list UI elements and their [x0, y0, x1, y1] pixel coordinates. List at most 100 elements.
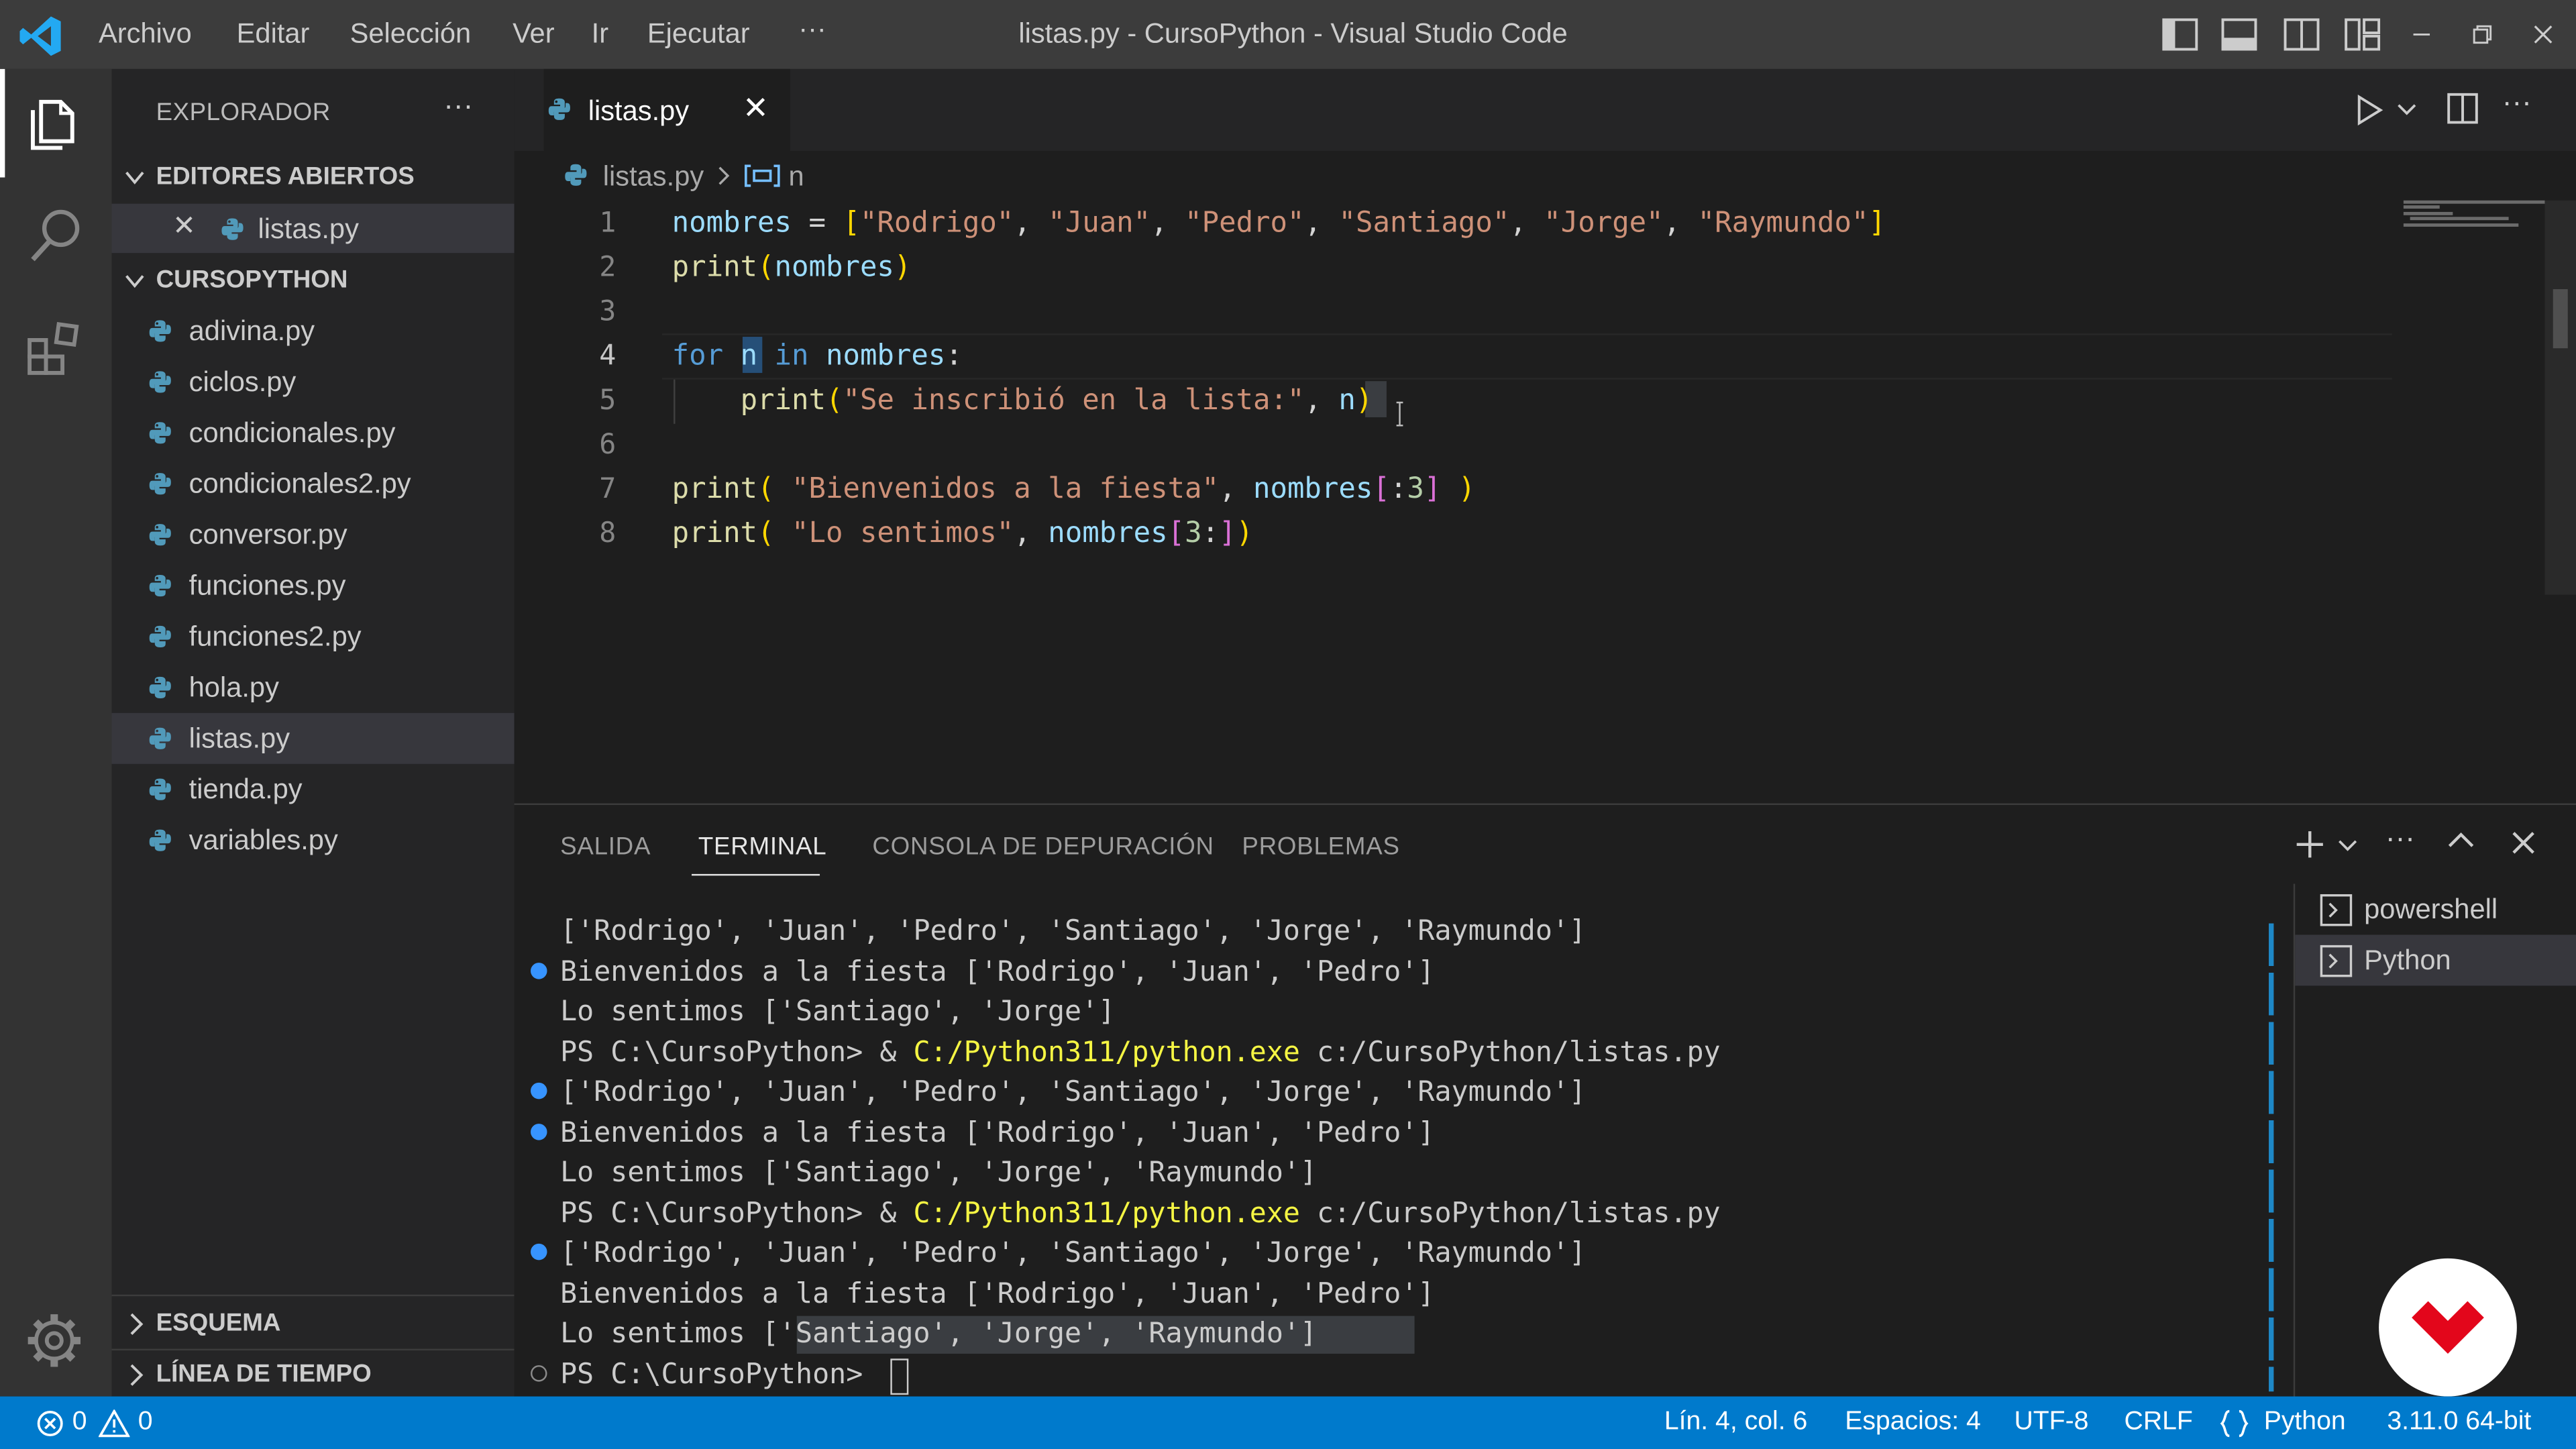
python-file-icon: [565, 164, 587, 186]
file-item[interactable]: adivina.py: [112, 306, 515, 357]
timeline-section-header[interactable]: LÍNEA DE TIEMPO: [112, 1350, 515, 1399]
line-number: 6: [599, 429, 616, 462]
file-item[interactable]: tienda.py: [112, 764, 515, 815]
file-name: conversor.py: [189, 519, 347, 551]
open-editor-item[interactable]: ✕ listas.py: [111, 203, 515, 254]
python-file-icon: [149, 829, 171, 851]
python-exe-path: C:/Python311/python.exe: [913, 1197, 1300, 1231]
open-editors-section-header[interactable]: EDITORES ABIERTOS: [112, 153, 515, 202]
menu-more-icon[interactable]: ···: [798, 13, 826, 46]
minimap-line: [2403, 223, 2519, 227]
file-item[interactable]: hola.py: [112, 662, 515, 713]
toggle-panel-icon[interactable]: [2221, 18, 2257, 51]
python-file-icon: [548, 98, 570, 120]
terminal-list-item-powershell[interactable]: powershell: [2295, 884, 2576, 935]
settings-gear-icon[interactable]: [25, 1311, 84, 1370]
terminal-dropdown-chevron-icon[interactable]: [2338, 839, 2357, 853]
terminal-line: ['Rodrigo', 'Juan', 'Pedro', 'Santiago',…: [560, 915, 1587, 949]
minimap-line: [2403, 205, 2440, 209]
error-icon[interactable]: [36, 1409, 64, 1438]
encoding[interactable]: UTF-8: [2014, 1408, 2088, 1438]
file-item[interactable]: condicionales2.py: [112, 458, 515, 509]
menu-seleccion[interactable]: Selección: [350, 18, 472, 51]
menu-ir[interactable]: Ir: [592, 18, 608, 51]
terminal-line: Bienvenidos a la fiesta ['Rodrigo', 'Jua…: [560, 1278, 1435, 1311]
chevron-down-icon: [125, 275, 144, 288]
breadcrumb-file[interactable]: listas.py: [603, 161, 704, 194]
python-file-icon: [149, 625, 171, 648]
python-interpreter[interactable]: 3.11.0 64-bit: [2387, 1408, 2531, 1438]
python-file-icon: [149, 727, 171, 749]
file-item[interactable]: funciones2.py: [112, 611, 515, 662]
extensions-icon[interactable]: [25, 319, 84, 378]
python-file-icon: [149, 676, 171, 698]
heart-logo-icon: [2412, 1301, 2484, 1354]
maximize-panel-chevron-up-icon[interactable]: [2448, 830, 2474, 849]
run-python-file-icon[interactable]: [2354, 94, 2383, 127]
toggle-primary-sidebar-icon[interactable]: [2162, 18, 2198, 51]
toggle-secondary-sidebar-icon[interactable]: [2284, 18, 2320, 51]
search-icon[interactable]: [28, 207, 84, 266]
terminal-line: Bienvenidos a la fiesta ['Rodrigo', 'Jua…: [560, 1117, 1435, 1150]
minimap[interactable]: [2400, 197, 2548, 230]
tab-close-icon[interactable]: ✕: [743, 91, 769, 128]
terminal-line: PS C:\CursoPython> & C:/Python311/python…: [560, 1197, 1721, 1230]
menu-ver[interactable]: Ver: [513, 18, 555, 51]
editor-more-actions-icon[interactable]: ···: [2502, 85, 2532, 119]
explorer-icon[interactable]: [26, 92, 82, 151]
timeline-label: LÍNEA DE TIEMPO: [156, 1360, 372, 1389]
line-number: 8: [599, 517, 616, 551]
vscode-logo-icon[interactable]: [19, 15, 62, 58]
code-editor[interactable]: listas.py n 1 2 3 4 5 6 7 8 nombres = ["Rodrigo…: [514, 151, 2576, 802]
terminal-line: Bienvenidos a la fiesta ['Rodrigo', 'Jua…: [560, 956, 1435, 989]
terminal-list-item-python[interactable]: Python: [2295, 934, 2576, 986]
error-count[interactable]: 0: [72, 1408, 87, 1438]
file-item[interactable]: funciones.py: [112, 560, 515, 611]
run-dropdown-chevron-icon[interactable]: [2397, 103, 2416, 117]
file-item[interactable]: condicionales.py: [112, 407, 515, 458]
menu-archivo[interactable]: Archivo: [99, 18, 192, 51]
terminal-name: powershell: [2364, 894, 2498, 925]
warning-count[interactable]: 0: [138, 1408, 153, 1438]
code-line-2: print(nombres): [672, 251, 912, 284]
terminal-output[interactable]: ['Rodrigo', 'Juan', 'Pedro', 'Santiago',…: [515, 805, 2281, 1398]
restore-icon[interactable]: [2471, 23, 2493, 46]
indentation-setting[interactable]: Espacios: 4: [1845, 1408, 1981, 1438]
terminal-line: PS C:\CursoPython> & C:/Python311/python…: [560, 1036, 1721, 1069]
close-panel-icon[interactable]: [2510, 830, 2536, 856]
file-item[interactable]: ciclos.py: [112, 356, 515, 407]
menu-ejecutar[interactable]: Ejecutar: [647, 18, 750, 51]
outline-section-header[interactable]: ESQUEMA: [112, 1299, 515, 1348]
panel-more-icon[interactable]: ···: [2385, 821, 2415, 855]
bottom-panel: SALIDA TERMINAL CONSOLA DE DEPURACIÓN PR…: [514, 803, 2576, 1399]
outline-label: ESQUEMA: [156, 1309, 281, 1338]
language-mode[interactable]: Python: [2264, 1408, 2346, 1438]
python-file-icon: [149, 778, 171, 800]
python-file-icon: [149, 320, 171, 342]
file-item[interactable]: variables.py: [112, 815, 515, 866]
minimize-icon[interactable]: [2410, 25, 2433, 44]
customize-layout-icon[interactable]: [2345, 18, 2381, 51]
breadcrumb-symbol[interactable]: n: [789, 161, 804, 194]
line-ending[interactable]: CRLF: [2125, 1408, 2193, 1438]
file-item[interactable]: conversor.py: [112, 509, 515, 560]
terminal-line: PS C:\CursoPython>: [560, 1358, 880, 1392]
editor-scrollbar[interactable]: [2544, 200, 2576, 595]
explorer-more-icon[interactable]: ···: [443, 89, 473, 123]
editor-tab-listas[interactable]: listas.py ✕: [543, 68, 790, 152]
chevron-right-icon: [130, 1364, 144, 1386]
editor-scrollbar-thumb[interactable]: [2553, 289, 2568, 349]
cursor-position[interactable]: Lín. 4, col. 6: [1664, 1408, 1807, 1438]
new-terminal-plus-icon[interactable]: [2294, 828, 2326, 861]
braces-icon[interactable]: [2220, 1409, 2249, 1438]
close-window-icon[interactable]: [2532, 23, 2555, 46]
warning-icon[interactable]: [98, 1409, 130, 1438]
menu-editar[interactable]: Editar: [237, 18, 310, 51]
folder-section-header[interactable]: CURSOPYTHON: [112, 256, 515, 305]
close-editor-icon[interactable]: ✕: [172, 210, 196, 243]
terminal-scrollbar[interactable]: [2269, 923, 2274, 1392]
open-editor-label: listas.py: [258, 213, 359, 245]
split-editor-icon[interactable]: [2447, 92, 2479, 125]
command-decoration-empty-icon: [531, 1365, 547, 1382]
file-item[interactable]: listas.py: [111, 712, 515, 764]
